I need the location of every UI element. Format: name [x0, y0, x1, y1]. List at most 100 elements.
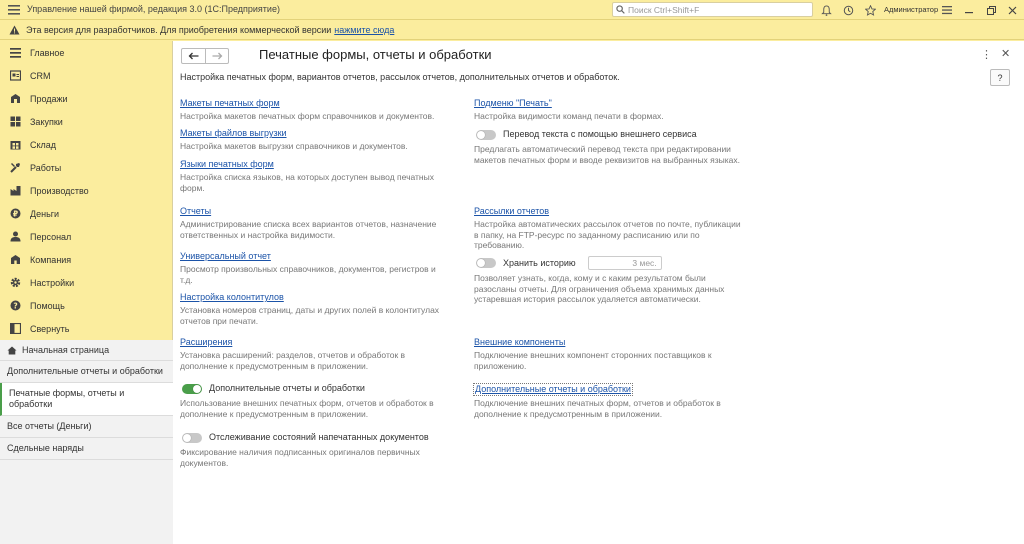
export-templates-link[interactable]: Макеты файлов выгрузки	[180, 128, 450, 139]
company-icon	[9, 254, 21, 266]
settings-menu-icon[interactable]	[940, 3, 954, 17]
maximize-icon[interactable]	[984, 3, 998, 17]
sidebar-item-warehouse[interactable]: Склад	[0, 133, 172, 156]
report-mailing-link[interactable]: Рассылки отчетов	[474, 206, 744, 217]
keep-history-block: Хранить историю 3 мес. Позволяет узнать,…	[474, 256, 746, 305]
open-pages-list: Начальная страница Дополнительные отчеты…	[0, 340, 173, 544]
history-period-field[interactable]: 3 мес.	[587, 256, 662, 270]
search-icon	[616, 5, 625, 14]
sidebar-item-main[interactable]: Главное	[0, 41, 172, 64]
minimize-icon[interactable]	[962, 3, 976, 17]
sidebar-item-label: Персонал	[30, 231, 72, 242]
open-page-all-reports-money[interactable]: Все отчеты (Деньги)	[0, 416, 173, 438]
reports-link[interactable]: Отчеты	[180, 206, 450, 217]
external-components-block: Внешние компоненты Подключение внешних к…	[474, 337, 744, 371]
additional-reports-toggle-block: Дополнительные отчеты и обработки Исполь…	[180, 383, 452, 419]
print-languages-block: Языки печатных форм Настройка списка язы…	[180, 159, 450, 193]
arrow-left-icon	[188, 52, 199, 60]
sidebar-item-money[interactable]: ₽ Деньги	[0, 202, 172, 225]
sidebar-item-label: Настройки	[30, 277, 75, 288]
keep-history-toggle[interactable]	[476, 258, 496, 268]
banner-link[interactable]: нажмите сюда	[334, 25, 394, 35]
additional-reports-toggle[interactable]	[182, 383, 202, 394]
svg-text:₽: ₽	[12, 209, 17, 218]
open-page-label: Начальная страница	[22, 344, 110, 355]
close-window-icon[interactable]	[1005, 3, 1019, 17]
star-icon[interactable]	[863, 3, 877, 17]
warning-icon	[9, 25, 20, 35]
bell-icon[interactable]	[819, 3, 833, 17]
sidebar-item-label: Деньги	[30, 208, 60, 219]
sidebar-item-help[interactable]: ? Помощь	[0, 294, 172, 317]
sidebar-item-label: Главное	[30, 47, 65, 58]
open-page-print-forms[interactable]: Печатные формы, отчеты и обработки	[0, 383, 173, 416]
forward-button[interactable]	[205, 49, 228, 63]
sidebar-item-settings[interactable]: Настройки	[0, 271, 172, 294]
open-page-piecework-orders[interactable]: Сдельные наряды	[0, 438, 173, 460]
history-nav	[181, 48, 229, 64]
headers-footers-link[interactable]: Настройка колонтитулов	[180, 292, 450, 303]
sidebar-item-label: Продажи	[30, 93, 68, 104]
arrow-right-icon	[212, 52, 222, 60]
close-page-icon[interactable]: ✕	[1001, 47, 1010, 60]
menu-icon	[9, 47, 21, 59]
print-submenu-link[interactable]: Подменю "Печать"	[474, 98, 744, 109]
translate-toggle-note: Предлагать автоматический перевод текста…	[474, 144, 741, 165]
sidebar-item-crm[interactable]: CRM	[0, 64, 172, 87]
purchases-icon	[9, 116, 21, 128]
works-icon	[9, 162, 21, 174]
sidebar-item-collapse[interactable]: Свернуть	[0, 317, 172, 340]
extensions-link[interactable]: Расширения	[180, 337, 450, 348]
open-page-home[interactable]: Начальная страница	[0, 340, 173, 361]
app-menu-icon[interactable]	[7, 3, 21, 17]
sidebar-item-staff[interactable]: Персонал	[0, 225, 172, 248]
translate-toggle[interactable]	[476, 129, 496, 140]
back-button[interactable]	[182, 49, 205, 63]
warehouse-icon	[9, 139, 21, 151]
reports-block: Отчеты Администрирование списка всех вар…	[180, 206, 450, 240]
help-button[interactable]: ?	[990, 69, 1010, 86]
production-icon	[9, 185, 21, 197]
more-actions-icon[interactable]: ⋮	[981, 48, 992, 61]
report-mailing-note: Настройка автоматических рассылок отчето…	[474, 219, 741, 250]
developer-version-banner: Эта версия для разработчиков. Для приобр…	[0, 20, 1024, 40]
keep-history-note: Позволяет узнать, когда, кому и с каким …	[474, 273, 725, 304]
sidebar-item-purchases[interactable]: Закупки	[0, 110, 172, 133]
print-languages-link[interactable]: Языки печатных форм	[180, 159, 450, 170]
reports-note: Администрирование списка всех вариантов …	[180, 219, 437, 240]
sidebar-item-label: Закупки	[30, 116, 63, 127]
sidebar-item-label: Склад	[30, 139, 57, 150]
staff-icon	[9, 231, 21, 243]
user-name[interactable]: Администратор	[884, 5, 938, 14]
print-tracking-toggle-label: Отслеживание состояний напечатанных доку…	[209, 432, 429, 442]
export-templates-block: Макеты файлов выгрузки Настройка макетов…	[180, 128, 450, 152]
additional-reports-toggle-label: Дополнительные отчеты и обработки	[209, 383, 365, 393]
svg-text:?: ?	[13, 301, 17, 310]
history-icon[interactable]	[841, 3, 855, 17]
external-components-link[interactable]: Внешние компоненты	[474, 337, 744, 348]
home-icon	[7, 346, 17, 355]
print-templates-link[interactable]: Макеты печатных форм	[180, 98, 450, 109]
sidebar-item-works[interactable]: Работы	[0, 156, 172, 179]
sidebar-item-production[interactable]: Производство	[0, 179, 172, 202]
print-submenu-note: Настройка видимости команд печати в форм…	[474, 111, 664, 121]
sidebar-item-company[interactable]: Компания	[0, 248, 172, 271]
sidebar-item-label: Компания	[30, 254, 72, 265]
universal-report-link[interactable]: Универсальный отчет	[180, 251, 450, 262]
additional-reports-link[interactable]: Дополнительные отчеты и обработки	[473, 383, 633, 396]
extensions-note: Установка расширений: разделов, отчетов …	[180, 350, 406, 371]
print-templates-note: Настройка макетов печатных форм справочн…	[180, 111, 435, 121]
title-bar: Управление нашей фирмой, редакция 3.0 (1…	[0, 0, 1024, 20]
print-tracking-toggle[interactable]	[182, 432, 202, 443]
sidebar: Главное CRM Продажи Закупки Склад Работы…	[0, 41, 173, 544]
money-icon: ₽	[9, 208, 21, 220]
sales-icon	[9, 93, 21, 105]
headers-footers-note: Установка номеров страниц, даты и других…	[180, 305, 440, 326]
sidebar-item-sales[interactable]: Продажи	[0, 87, 172, 110]
search-input[interactable]: Поиск Ctrl+Shift+F	[612, 2, 813, 17]
export-templates-note: Настройка макетов выгрузки справочников …	[180, 141, 408, 151]
sidebar-item-label: Производство	[30, 185, 89, 196]
open-page-additional-reports[interactable]: Дополнительные отчеты и обработки	[0, 361, 173, 383]
settings-icon	[9, 277, 21, 289]
translate-toggle-label: Перевод текста с помощью внешнего сервис…	[503, 129, 697, 139]
